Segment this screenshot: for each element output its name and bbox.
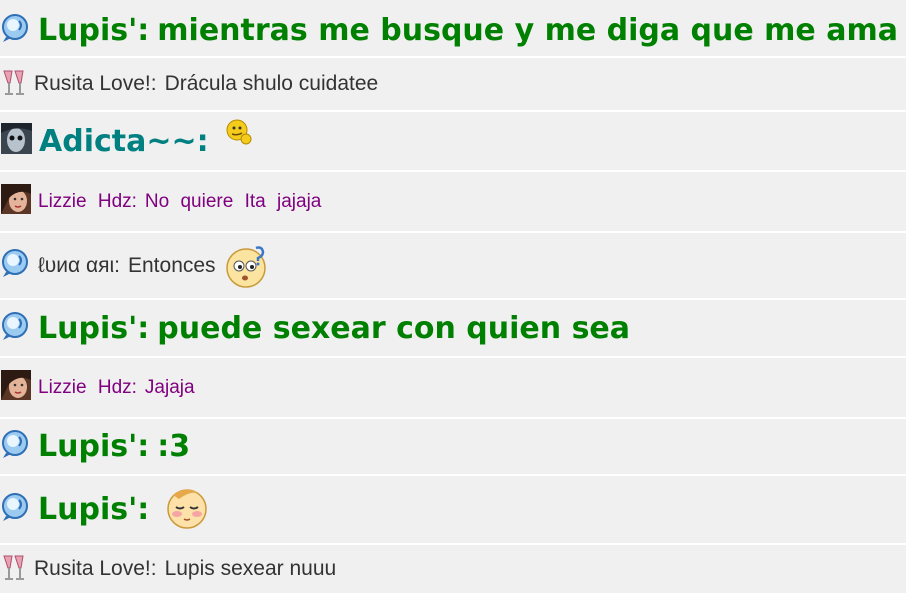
sender-name: Lizzie Hdz: [38, 376, 137, 398]
bubble-icon [1, 429, 31, 464]
sender-name: Lizzie Hdz: [38, 190, 137, 212]
dark-face-avatar [1, 123, 32, 159]
chat-message: Lupis': [0, 476, 906, 545]
chat-message: Lupis': puede sexear con quien sea [0, 300, 906, 358]
sender-name: Rusita Love!: [34, 72, 157, 95]
chat-message: Rusita Love!: Lupis sexear nuuu [0, 545, 906, 595]
chat-message: ℓυиα αяι: Entonces [0, 233, 906, 300]
bubble-icon [1, 248, 31, 283]
chat-message: Adicta~~: [0, 112, 906, 172]
chat-message: Lupis': :3 [0, 419, 906, 476]
sender-name: Rusita Love!: [34, 557, 157, 580]
blushing-emoticon [163, 483, 211, 536]
message-text: :3 [157, 429, 191, 464]
confused-emoticon [222, 242, 270, 295]
message-text: Drácula shulo cuidatee [164, 72, 379, 95]
chat-message: Lizzie Hdz: No quiere Ita jajaja [0, 172, 906, 233]
chat-message: Lupis': mientras me busque y me diga que… [0, 0, 906, 58]
message-text: puede sexear con quien sea [157, 310, 631, 346]
chat-log: Lupis': mientras me busque y me diga que… [0, 0, 906, 595]
chat-message: Rusita Love!: Drácula shulo cuidatee [0, 58, 906, 112]
sender-name: Adicta~~: [39, 123, 209, 159]
champagne-glasses-icon [1, 67, 27, 102]
woman-photo-avatar [1, 370, 31, 405]
message-text: Jajaja [144, 376, 195, 398]
sender-name: Lupis': [38, 492, 150, 527]
sender-name: ℓυиα αяι: [38, 253, 120, 277]
message-text: No quiere Ita jajaja [144, 190, 322, 212]
sender-name: Lupis': [38, 429, 150, 464]
champagne-glasses-icon [1, 552, 27, 587]
sender-name: Lupis': [38, 310, 150, 346]
bubble-icon [1, 311, 31, 346]
message-text: mientras me busque y me diga que me ama … [157, 12, 906, 48]
sender-name: Lupis': [38, 12, 150, 48]
message-text: Lupis sexear nuuu [164, 557, 337, 580]
message-text: Entonces [128, 253, 216, 277]
bubble-icon [1, 13, 31, 48]
bubble-icon [1, 492, 31, 527]
thinking-emoticon [223, 117, 253, 152]
woman-photo-avatar [1, 184, 31, 219]
chat-message: Lizzie Hdz: Jajaja [0, 358, 906, 419]
